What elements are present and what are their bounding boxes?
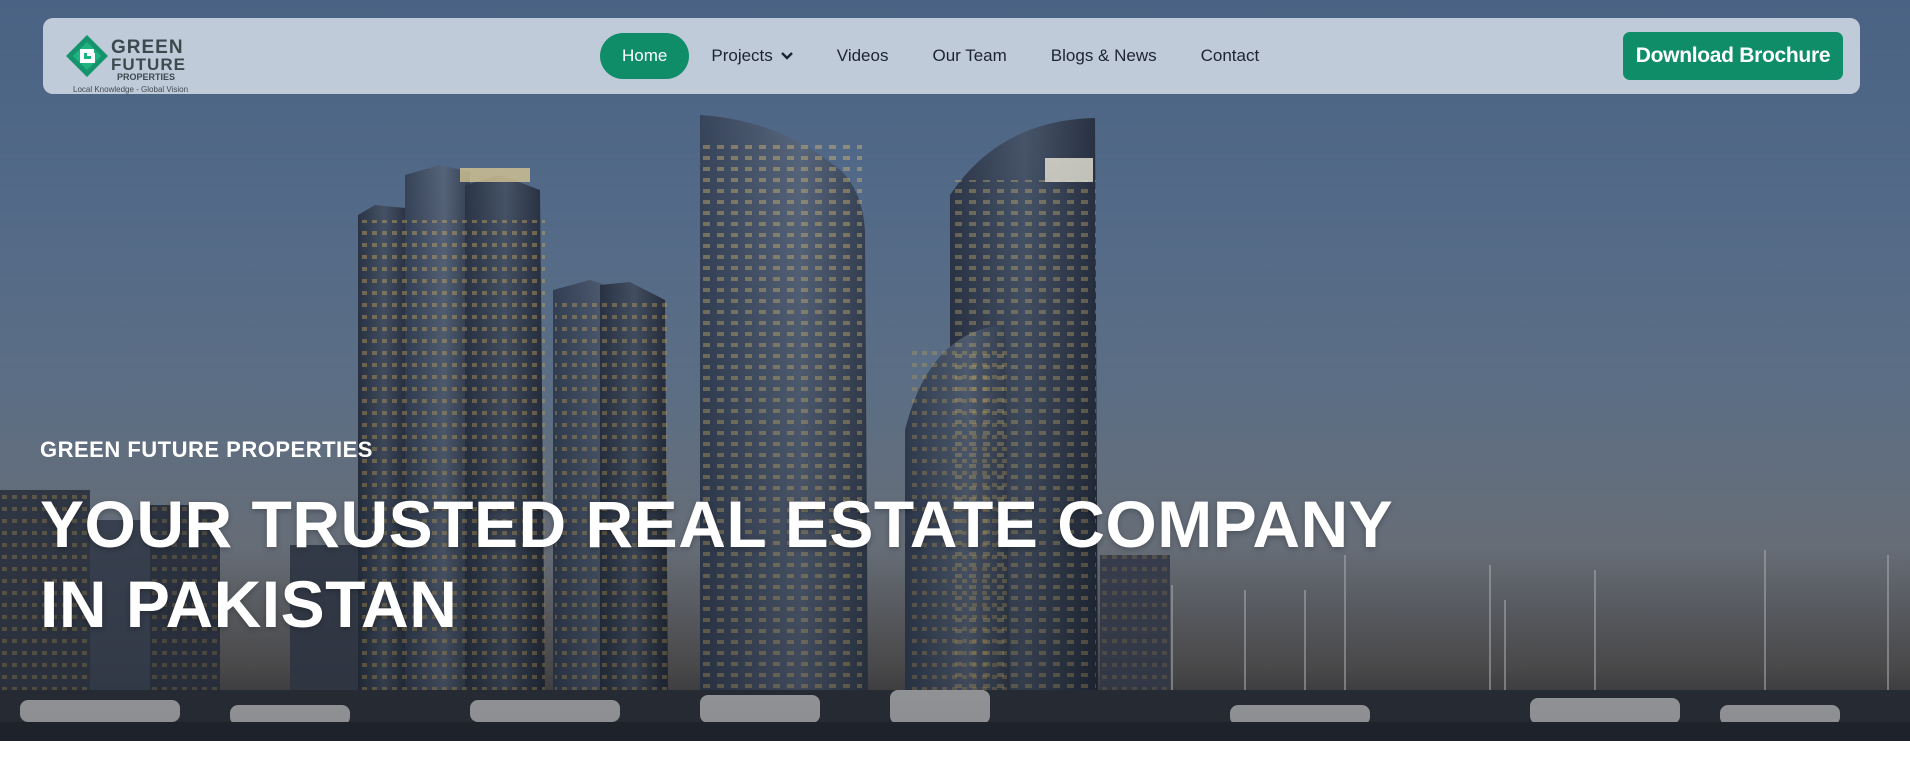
nav-blogs-news-label: Blogs & News [1050,46,1157,65]
nav-projects-label: Projects [711,46,773,65]
chevron-down-icon [780,52,793,60]
hero-eyebrow: GREEN FUTURE PROPERTIES [40,437,373,462]
nav-blogs-news[interactable]: Blogs & News [1029,33,1179,79]
brand-tagline: Local Knowledge - Global Vision [73,85,189,94]
page-content-start [0,741,1910,766]
nav-contact-label: Contact [1200,46,1260,65]
download-brochure-button[interactable]: Download Brochure [1623,32,1843,80]
nav-videos[interactable]: Videos [815,33,911,79]
brand-name-line2: FUTURE [111,55,186,74]
gf-diamond-logo-icon [66,35,108,77]
hero-section: GREEN FUTURE PROPERTIES YOUR TRUSTED REA… [0,0,1910,741]
hero-headline: YOUR TRUSTED REAL ESTATE COMPANY IN PAKI… [40,484,1393,644]
hero-headline-line1: YOUR TRUSTED REAL ESTATE COMPANY [40,487,1394,561]
main-menu: Home Projects Videos Our Team Blogs & Ne… [600,33,1281,79]
hero-headline-line2: IN PAKISTAN [40,567,458,641]
nav-home[interactable]: Home [600,33,690,79]
nav-our-team[interactable]: Our Team [910,33,1028,79]
nav-contact[interactable]: Contact [1179,33,1282,79]
nav-projects[interactable]: Projects [689,33,814,79]
nav-our-team-label: Our Team [932,46,1007,65]
brand-logo[interactable]: GREEN FUTURE PROPERTIES Local Knowledge … [65,26,205,94]
site-navbar: GREEN FUTURE PROPERTIES Local Knowledge … [43,18,1860,94]
brand-name-line3: PROPERTIES [117,72,176,82]
nav-home-label: Home [622,46,668,65]
nav-videos-label: Videos [836,46,889,65]
